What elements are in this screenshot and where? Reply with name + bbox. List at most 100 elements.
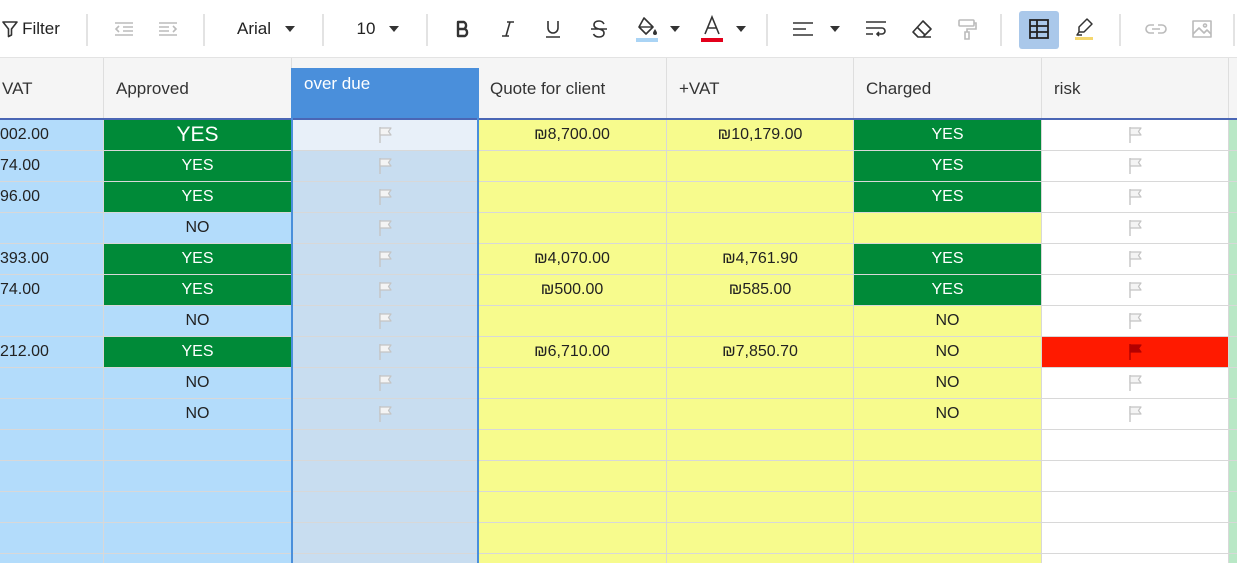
cell-quote[interactable] <box>478 182 667 213</box>
highlight-button[interactable] <box>1070 0 1098 58</box>
cell-over-due[interactable] <box>292 337 478 368</box>
cell-next-column[interactable] <box>1229 492 1237 523</box>
column-header-over-due[interactable]: over due <box>292 68 478 119</box>
cell-approved[interactable]: YES <box>104 244 292 275</box>
cell-vat[interactable] <box>0 430 104 461</box>
cell-quote[interactable] <box>478 554 667 563</box>
cell-risk[interactable] <box>1042 213 1229 244</box>
underline-button[interactable] <box>539 0 567 58</box>
cell-plus-vat[interactable] <box>667 492 854 523</box>
cell-quote[interactable]: ₪6,710.00 <box>478 337 667 368</box>
cell-risk[interactable] <box>1042 275 1229 306</box>
font-size-select[interactable]: 10 <box>350 0 406 58</box>
cell-approved[interactable]: NO <box>104 399 292 430</box>
cell-quote[interactable]: ₪4,070.00 <box>478 244 667 275</box>
cell-plus-vat[interactable] <box>667 554 854 563</box>
cell-over-due[interactable] <box>292 492 478 523</box>
cell-vat[interactable]: 74.00 <box>0 275 104 306</box>
cell-charged[interactable]: YES <box>854 182 1042 213</box>
cell-quote[interactable] <box>478 213 667 244</box>
cell-next-column[interactable] <box>1229 337 1237 368</box>
cell-risk[interactable] <box>1042 151 1229 182</box>
cell-plus-vat[interactable] <box>667 151 854 182</box>
cell-plus-vat[interactable] <box>667 523 854 554</box>
cell-next-column[interactable] <box>1229 430 1237 461</box>
cell-next-column[interactable] <box>1229 182 1237 213</box>
clear-format-button[interactable] <box>908 0 936 58</box>
cell-approved[interactable]: NO <box>104 213 292 244</box>
insert-image-button[interactable] <box>1188 0 1216 58</box>
column-header-plus-vat[interactable]: +VAT <box>667 58 854 119</box>
cell-next-column[interactable] <box>1229 275 1237 306</box>
column-header-approved[interactable]: Approved <box>104 58 292 119</box>
column-header-next[interactable] <box>1229 58 1237 119</box>
cell-quote[interactable] <box>478 151 667 182</box>
cell-charged[interactable]: NO <box>854 337 1042 368</box>
cell-over-due[interactable] <box>292 554 478 563</box>
cell-quote[interactable] <box>478 368 667 399</box>
cell-quote[interactable] <box>478 306 667 337</box>
cell-plus-vat[interactable] <box>667 306 854 337</box>
cell-risk[interactable] <box>1042 461 1229 492</box>
cell-risk[interactable] <box>1042 244 1229 275</box>
cell-plus-vat[interactable]: ₪7,850.70 <box>667 337 854 368</box>
align-dropdown[interactable] <box>827 0 843 58</box>
cell-risk[interactable] <box>1042 554 1229 563</box>
increase-indent-button[interactable] <box>154 0 182 58</box>
cell-charged[interactable]: YES <box>854 120 1042 151</box>
cell-plus-vat[interactable]: ₪4,761.90 <box>667 244 854 275</box>
cell-risk[interactable] <box>1042 368 1229 399</box>
cell-risk[interactable] <box>1042 337 1229 368</box>
cell-over-due[interactable] <box>292 244 478 275</box>
bold-button[interactable] <box>449 0 477 58</box>
text-color-button[interactable] <box>697 0 727 58</box>
cell-vat[interactable] <box>0 368 104 399</box>
cell-charged[interactable] <box>854 492 1042 523</box>
cell-over-due[interactable] <box>292 182 478 213</box>
cell-charged[interactable] <box>854 430 1042 461</box>
cell-approved[interactable] <box>104 554 292 563</box>
cell-next-column[interactable] <box>1229 554 1237 563</box>
cell-risk[interactable] <box>1042 523 1229 554</box>
cell-over-due[interactable] <box>292 306 478 337</box>
cell-risk[interactable] <box>1042 182 1229 213</box>
cell-plus-vat[interactable] <box>667 368 854 399</box>
font-family-select[interactable]: Arial <box>230 0 302 58</box>
cell-quote[interactable] <box>478 461 667 492</box>
fill-color-button[interactable] <box>632 0 662 58</box>
cell-vat[interactable]: 002.00 <box>0 120 104 151</box>
cell-risk[interactable] <box>1042 399 1229 430</box>
fill-color-dropdown[interactable] <box>667 0 683 58</box>
insert-link-button[interactable] <box>1142 0 1170 58</box>
cell-charged[interactable]: NO <box>854 306 1042 337</box>
cell-risk[interactable] <box>1042 306 1229 337</box>
cell-next-column[interactable] <box>1229 368 1237 399</box>
cell-approved[interactable] <box>104 492 292 523</box>
decrease-indent-button[interactable] <box>110 0 138 58</box>
cell-charged[interactable] <box>854 523 1042 554</box>
cell-risk[interactable] <box>1042 430 1229 461</box>
cell-vat[interactable] <box>0 554 104 563</box>
cell-approved[interactable] <box>104 430 292 461</box>
cell-approved[interactable]: YES <box>104 120 292 151</box>
cell-quote[interactable]: ₪8,700.00 <box>478 120 667 151</box>
cell-quote[interactable] <box>478 399 667 430</box>
cell-charged[interactable]: NO <box>854 368 1042 399</box>
cell-next-column[interactable] <box>1229 244 1237 275</box>
text-color-dropdown[interactable] <box>733 0 749 58</box>
cell-risk[interactable] <box>1042 120 1229 151</box>
cell-quote[interactable] <box>478 430 667 461</box>
cell-next-column[interactable] <box>1229 306 1237 337</box>
cell-plus-vat[interactable] <box>667 213 854 244</box>
cell-over-due[interactable] <box>292 399 478 430</box>
cell-vat[interactable] <box>0 492 104 523</box>
cell-over-due[interactable] <box>292 461 478 492</box>
column-header-quote-for-client[interactable]: Quote for client <box>478 58 667 119</box>
cell-approved[interactable]: YES <box>104 151 292 182</box>
cell-approved[interactable] <box>104 461 292 492</box>
cell-quote[interactable]: ₪500.00 <box>478 275 667 306</box>
cell-vat[interactable] <box>0 461 104 492</box>
cell-over-due[interactable] <box>292 120 478 151</box>
cell-risk[interactable] <box>1042 492 1229 523</box>
cell-next-column[interactable] <box>1229 213 1237 244</box>
